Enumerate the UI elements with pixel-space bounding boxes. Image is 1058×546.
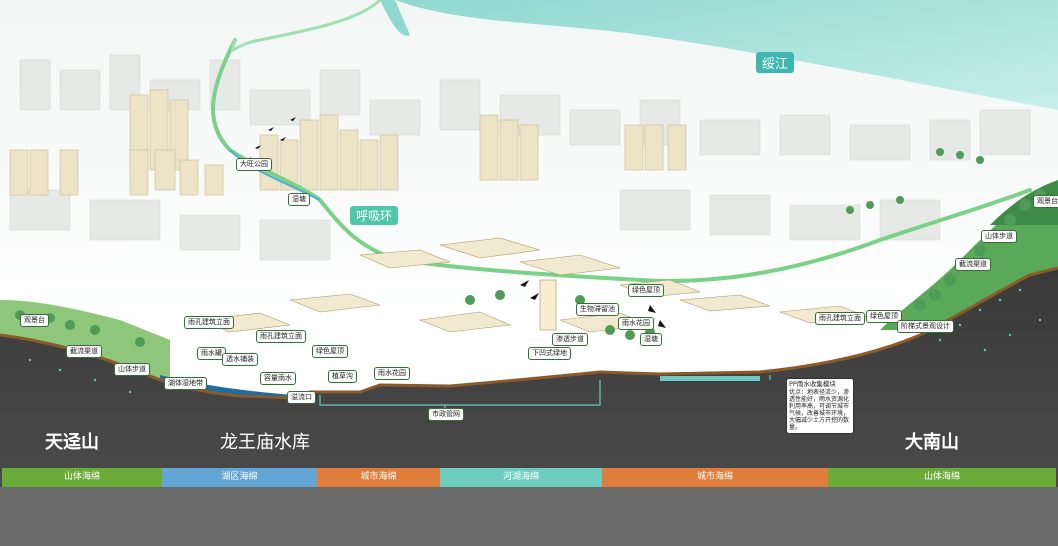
label-drain-channel: 截流渠道: [66, 345, 102, 358]
note-title: PP雨水收集模块: [789, 380, 836, 388]
label-pipe: 市政管网: [428, 408, 464, 421]
label-porous-facade-3: 雨孔建筑立面: [815, 312, 865, 325]
pp-module-note: PP雨水收集模块 优点：地表径流少，渗透性能好，雨水资源化利用率高，可调节城市气…: [786, 378, 854, 434]
breath-ring-label: 呼吸环: [350, 206, 399, 225]
label-green-roof-2: 绿色屋顶: [628, 284, 664, 297]
label-wetland-2: 湿塘: [640, 333, 662, 346]
mountain-left-label: 天迳山: [45, 432, 99, 453]
label-grass-ditch: 植草沟: [328, 370, 357, 383]
label-sink-green: 下凹式绿地: [528, 347, 571, 360]
label-drain-channel-2: 截流渠道: [955, 258, 991, 271]
band-label: 河湖海绵: [502, 472, 539, 482]
sponge-city-section-diagram: { "river_name": "绥江", "ring_name": "呼吸环"…: [0, 0, 1058, 546]
label-green-roof-1: 绿色屋顶: [312, 345, 348, 358]
label-porous-facade-1: 雨孔建筑立面: [184, 316, 234, 329]
note-body: 优点：地表径流少，渗透性能好，雨水资源化利用率高，可调节城市气候，改善城市环境，…: [789, 389, 850, 431]
mountain-right-label: 大南山: [905, 432, 959, 453]
pp-module: [660, 376, 760, 381]
band-label: 城市海绵: [360, 472, 397, 482]
label-rain-garden-2: 雨水花园: [374, 367, 410, 380]
label-step-design: 阶梯式景观设计: [897, 320, 954, 333]
label-rain-garden-3: 雨水花园: [618, 317, 654, 330]
band-label: 湖区海绵: [221, 472, 258, 482]
band-label: 山体海绵: [63, 472, 100, 482]
label-wetland: 湿塘: [288, 193, 310, 206]
band-mountain-right: 山体海绵: [828, 468, 1056, 487]
band-city-2: 城市海绵: [602, 468, 828, 487]
scene-illustration: [0, 0, 1058, 487]
bottom-strip: [0, 487, 1058, 546]
band-label: 山体海绵: [923, 472, 960, 482]
label-observe-left: 观景台: [20, 314, 49, 327]
label-seep-shelf: 透水铺装: [222, 353, 258, 366]
label-wetland-bird: 湖体湿地带: [164, 377, 207, 390]
band-lake: 湖区海绵: [162, 468, 317, 487]
label-porous-facade-2: 雨孔建筑立面: [256, 330, 306, 343]
label-rain-garden: 容量雨水: [260, 372, 296, 385]
band-city-1: 城市海绵: [317, 468, 440, 487]
label-mountain-path-right: 山体步道: [981, 230, 1017, 243]
band-river-lake: 河湖海绵: [440, 468, 602, 487]
label-outlet: 溢流口: [287, 391, 316, 404]
river-label: 绥江: [756, 52, 795, 73]
label-seep-walk: 渗透步道: [552, 333, 588, 346]
band-mountain-left: 山体海绵: [2, 468, 162, 487]
label-park: 大旺公园: [236, 158, 272, 171]
label-bio-swale: 生物滞留池: [576, 303, 619, 316]
band-label: 城市海绵: [696, 472, 733, 482]
label-observe-right: 观景台: [1033, 195, 1058, 208]
label-mountain-path-left: 山体步道: [114, 363, 150, 376]
reservoir-label: 龙王庙水库: [220, 432, 310, 453]
